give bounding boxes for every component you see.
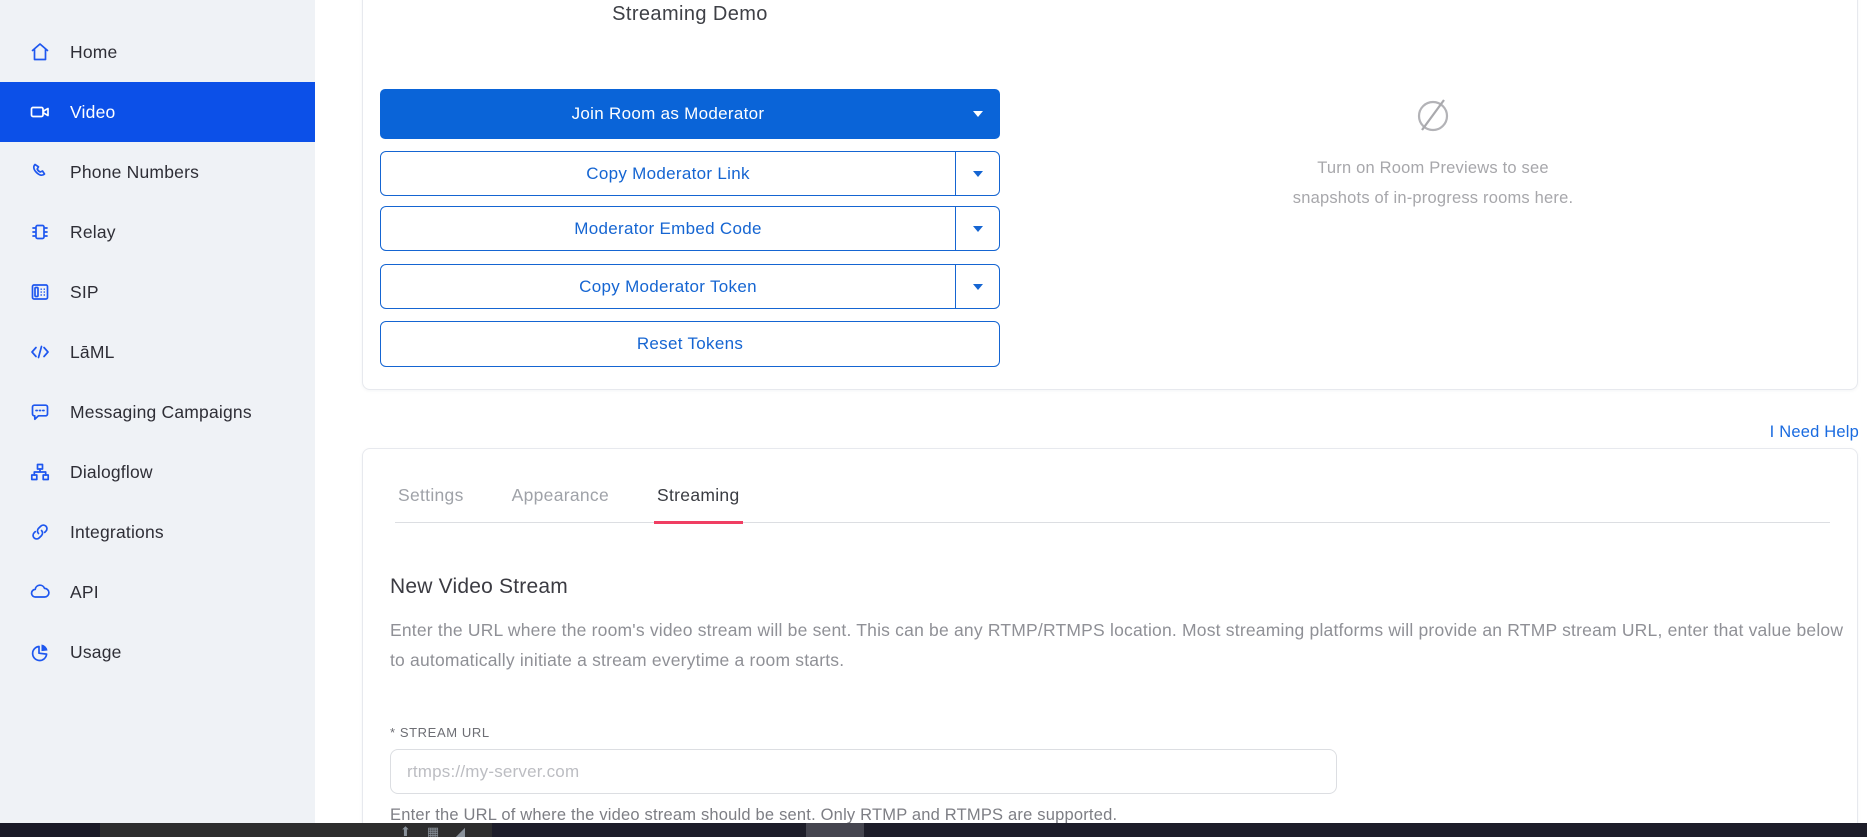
code-icon — [28, 340, 52, 364]
sidebar-item-sip[interactable]: SIP — [0, 262, 315, 322]
join-room-as-moderator-button[interactable]: Join Room as Moderator — [380, 89, 1000, 139]
taskbar: ⬆ ▦ ◢ — [0, 823, 1867, 837]
new-video-stream-title: New Video Stream — [390, 575, 568, 599]
copy-moderator-token-button[interactable]: Copy Moderator Token — [380, 264, 1000, 309]
sidebar-item-label: Home — [70, 42, 117, 63]
sidebar-item-integrations[interactable]: Integrations — [0, 502, 315, 562]
sidebar-item-label: API — [70, 582, 99, 603]
stream-url-input[interactable] — [390, 749, 1337, 794]
sidebar-item-label: Integrations — [70, 522, 164, 543]
embed-code-label: Moderator Embed Code — [381, 207, 955, 250]
chip-icon — [28, 220, 52, 244]
video-camera-icon — [28, 100, 52, 124]
empty-state-text-line2: snapshots of in-progress rooms here. — [1243, 183, 1623, 213]
slashed-circle-icon — [1409, 91, 1457, 139]
stream-url-label: * STREAM URL — [390, 725, 490, 740]
join-room-label: Join Room as Moderator — [380, 89, 956, 139]
taskbar-icon[interactable]: ◢ — [455, 824, 465, 837]
taskbar-segment — [806, 823, 864, 837]
sidebar-item-home[interactable]: Home — [0, 22, 315, 82]
sidebar-item-label: Usage — [70, 642, 122, 663]
tab-settings[interactable]: Settings — [395, 485, 467, 524]
reset-tokens-button[interactable]: Reset Tokens — [380, 321, 1000, 367]
moderator-embed-code-button[interactable]: Moderator Embed Code — [380, 206, 1000, 251]
sidebar-item-api[interactable]: API — [0, 562, 315, 622]
sidebar-item-usage[interactable]: Usage — [0, 622, 315, 682]
taskbar-icons[interactable]: ⬆ ▦ ◢ — [400, 824, 465, 837]
cloud-icon — [28, 580, 52, 604]
sidebar-item-phone-numbers[interactable]: Phone Numbers — [0, 142, 315, 202]
chevron-down-icon — [973, 284, 983, 290]
sidebar-item-laml[interactable]: LāML — [0, 322, 315, 382]
sidebar-item-label: LāML — [70, 342, 115, 363]
join-room-dropdown-toggle[interactable] — [956, 89, 1000, 139]
tab-appearance[interactable]: Appearance — [509, 485, 612, 524]
taskbar-segment — [0, 823, 100, 837]
sidebar-item-relay[interactable]: Relay — [0, 202, 315, 262]
taskbar-icon[interactable]: ▦ — [427, 824, 439, 837]
chevron-down-icon — [973, 226, 983, 232]
sitemap-icon — [28, 460, 52, 484]
room-card: Streaming Demo Join Room as Moderator Co… — [362, 0, 1858, 390]
stream-settings-card: Settings Appearance Streaming New Video … — [362, 448, 1858, 830]
sidebar: Home Video Phone Numbers Relay SIP — [0, 0, 315, 823]
reset-tokens-label: Reset Tokens — [637, 334, 743, 354]
chevron-down-icon — [973, 171, 983, 177]
room-title: Streaming Demo — [380, 3, 1000, 26]
room-previews-empty-state: Turn on Room Previews to see snapshots o… — [1243, 91, 1623, 213]
sidebar-item-label: SIP — [70, 282, 99, 303]
link-icon — [28, 520, 52, 544]
app-root: Home Video Phone Numbers Relay SIP — [0, 0, 1867, 837]
sidebar-item-messaging-campaigns[interactable]: Messaging Campaigns — [0, 382, 315, 442]
empty-state-text-line1: Turn on Room Previews to see — [1243, 153, 1623, 183]
embed-code-dropdown-toggle[interactable] — [955, 207, 999, 250]
sidebar-item-dialogflow[interactable]: Dialogflow — [0, 442, 315, 502]
taskbar-icon[interactable]: ⬆ — [400, 824, 411, 837]
desk-phone-icon — [28, 280, 52, 304]
phone-icon — [28, 160, 52, 184]
sidebar-item-video[interactable]: Video — [0, 82, 315, 142]
copy-link-dropdown-toggle[interactable] — [955, 152, 999, 195]
sidebar-item-label: Video — [70, 102, 115, 123]
home-icon — [28, 40, 52, 64]
copy-token-label: Copy Moderator Token — [381, 265, 955, 308]
sidebar-item-label: Dialogflow — [70, 462, 153, 483]
sidebar-item-label: Phone Numbers — [70, 162, 199, 183]
i-need-help-link[interactable]: I Need Help — [1770, 423, 1859, 442]
copy-moderator-link-button[interactable]: Copy Moderator Link — [380, 151, 1000, 196]
sidebar-item-label: Relay — [70, 222, 116, 243]
chat-bubble-icon — [28, 400, 52, 424]
pie-chart-icon — [28, 640, 52, 664]
stream-description: Enter the URL where the room's video str… — [390, 615, 1860, 675]
copy-link-label: Copy Moderator Link — [381, 152, 955, 195]
copy-token-dropdown-toggle[interactable] — [955, 265, 999, 308]
stream-card-tabs: Settings Appearance Streaming — [395, 485, 1830, 523]
chevron-down-icon — [973, 111, 983, 117]
tab-streaming[interactable]: Streaming — [654, 485, 742, 524]
sidebar-item-label: Messaging Campaigns — [70, 402, 252, 423]
